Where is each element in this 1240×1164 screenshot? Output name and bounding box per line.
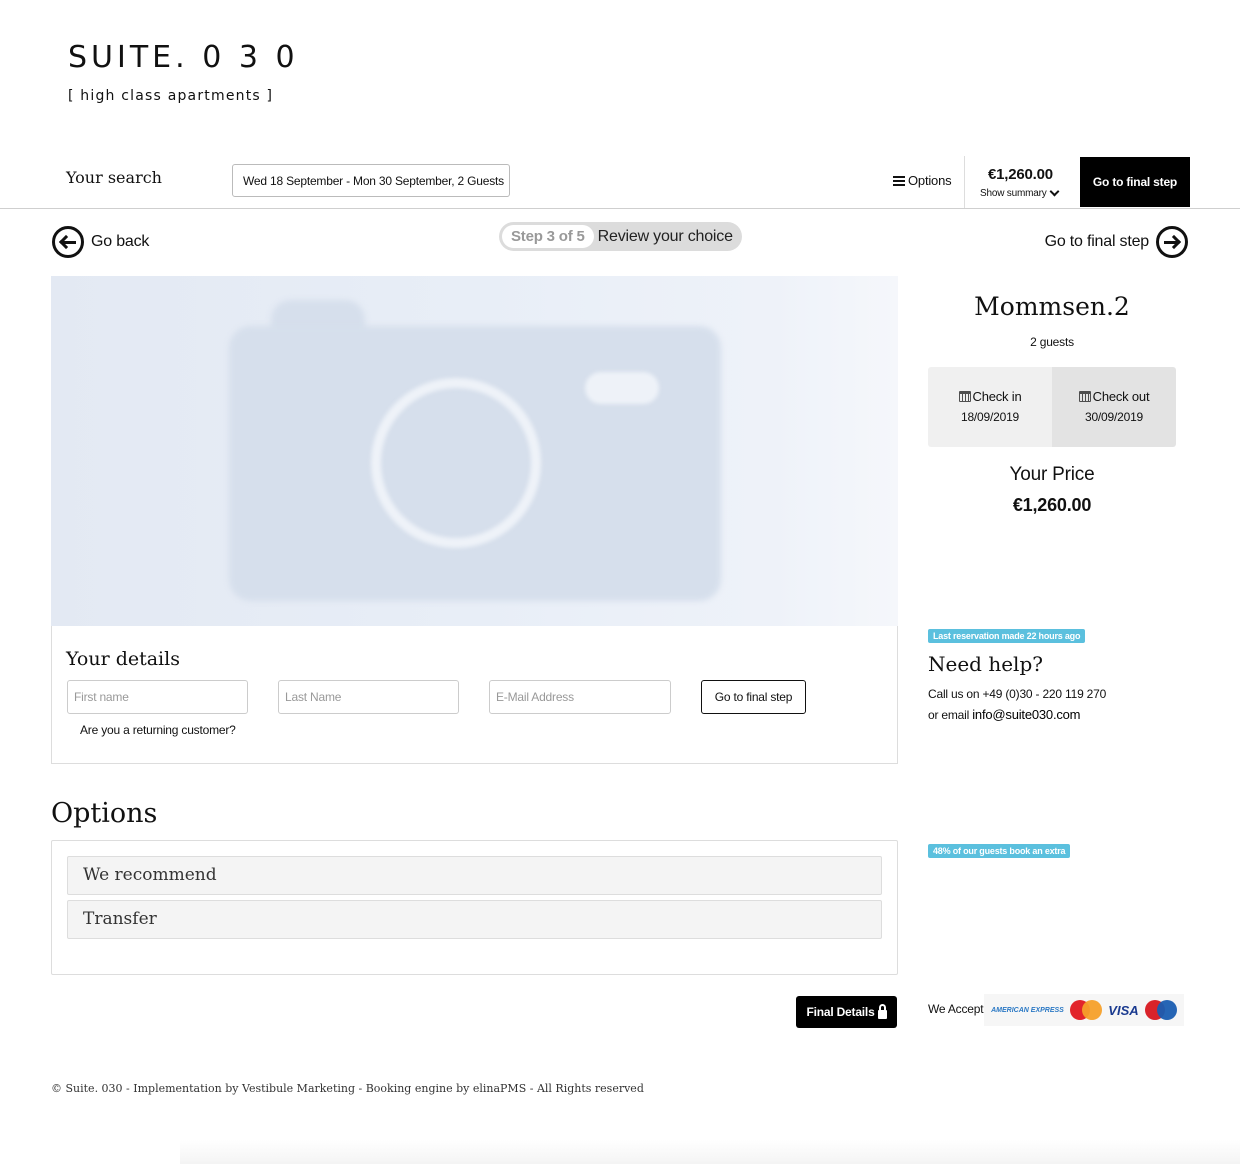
apartment-name: Mommsen.2 <box>974 292 1130 321</box>
mastercard-icon <box>1070 1000 1103 1020</box>
options-menu-label: Options <box>908 173 952 188</box>
go-back-label: Go back <box>91 233 150 250</box>
final-details-label: Final Details <box>806 1005 875 1019</box>
header-divider <box>964 156 965 208</box>
check-in: Check in 18/09/2019 <box>928 367 1052 447</box>
email-us-text: or email info@suite030.com <box>928 707 1081 722</box>
go-back-link[interactable]: Go back <box>52 226 149 258</box>
details-final-step-button[interactable]: Go to final step <box>701 680 806 714</box>
hamburger-icon <box>893 175 905 186</box>
step-indicator: Step 3 of 5 Review your choice <box>499 222 742 251</box>
visa-card-icon: VISA <box>1108 1002 1139 1018</box>
your-price-value: €1,260.00 <box>1012 495 1092 515</box>
go-final-step-link[interactable]: Go to final step <box>1045 226 1188 258</box>
footer-text: © Suite. 030 - Implementation by Vestibu… <box>51 1082 644 1095</box>
header-total-price: €1,260.00 <box>988 166 1053 183</box>
we-accept-label: We Accept <box>928 1002 984 1016</box>
details-title: Your details <box>66 648 180 670</box>
chevron-down-icon <box>1049 186 1059 197</box>
header-final-step-button[interactable]: Go to final step <box>1080 157 1190 207</box>
email-prefix: or email <box>928 708 970 722</box>
extras-badge: 48% of our guests book an extra <box>928 844 1071 858</box>
step-title: Review your choice <box>597 227 733 245</box>
check-in-date: 18/09/2019 <box>960 410 1020 424</box>
calendar-icon <box>1078 391 1091 402</box>
header-divider-line <box>0 208 1240 209</box>
email-input[interactable]: E-Mail Address <box>489 680 671 714</box>
check-out: Check out 30/09/2019 <box>1052 367 1176 447</box>
amex-card-icon: AMERICAN EXPRESS <box>991 1006 1064 1014</box>
check-in-label: Check in <box>972 389 1022 404</box>
arrow-left-circle-icon <box>52 226 84 258</box>
arrow-right-circle-icon <box>1156 226 1188 258</box>
brand-tagline: [ high class apartments ] <box>68 88 274 104</box>
need-help-title: Need help? <box>928 652 1043 676</box>
maestro-card-icon <box>1144 1000 1177 1020</box>
options-menu-link[interactable]: Options <box>893 173 952 188</box>
email-link[interactable]: info@suite030.com <box>972 707 1080 722</box>
show-summary-toggle[interactable]: Show summary <box>980 186 1059 199</box>
your-search-label: Your search <box>66 168 162 187</box>
show-summary-label: Show summary <box>980 188 1047 199</box>
apartment-guests: 2 guests <box>1030 335 1074 349</box>
payment-cards: AMERICAN EXPRESS VISA <box>984 994 1184 1026</box>
last-reservation-badge: Last reservation made 22 hours ago <box>928 629 1086 643</box>
search-summary-field[interactable]: Wed 18 September - Mon 30 September, 2 G… <box>232 164 510 197</box>
option-transfer[interactable]: Transfer <box>67 900 882 939</box>
calendar-icon <box>958 391 971 402</box>
call-us-text: Call us on +49 (0)30 - 220 119 270 <box>928 687 1107 701</box>
returning-customer-link[interactable]: Are you a returning customer? <box>80 723 236 737</box>
your-price-label: Your Price <box>1009 464 1095 485</box>
check-out-date: 30/09/2019 <box>1084 410 1144 424</box>
first-name-input[interactable]: First name <box>67 680 248 714</box>
check-out-label: Check out <box>1092 389 1150 404</box>
bottom-shadow <box>180 1140 1240 1164</box>
step-count: Step 3 of 5 <box>502 225 594 248</box>
camera-flash <box>585 372 659 404</box>
stay-dates: Check in 18/09/2019 Check out 30/09/2019 <box>928 367 1176 447</box>
lock-icon <box>877 1003 887 1019</box>
options-title: Options <box>51 798 158 829</box>
camera-lens <box>371 378 541 548</box>
apartment-photo-placeholder <box>51 276 898 626</box>
last-name-input[interactable]: Last Name <box>278 680 459 714</box>
go-final-step-label: Go to final step <box>1044 233 1150 250</box>
final-details-button[interactable]: Final Details <box>796 996 897 1028</box>
option-we-recommend[interactable]: We recommend <box>67 856 882 895</box>
brand-name[interactable]: SUITE. 0 3 0 <box>68 40 299 75</box>
